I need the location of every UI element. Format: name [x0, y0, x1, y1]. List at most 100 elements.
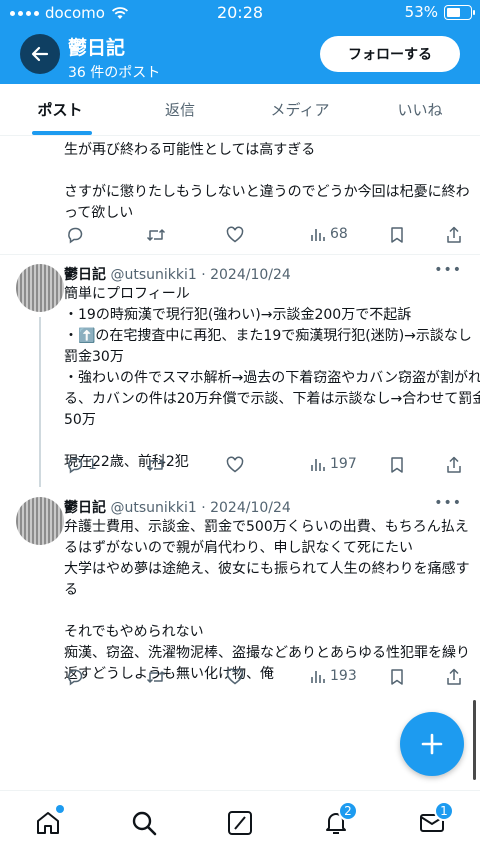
tab-posts[interactable]: ポスト [0, 84, 120, 135]
views-button[interactable]: 68 [310, 226, 348, 242]
views-icon [311, 459, 325, 471]
nav-search[interactable] [124, 807, 164, 839]
author-handle-date[interactable]: @utsunikki1 · 2024/10/24 [110, 500, 290, 516]
like-button[interactable] [226, 668, 244, 686]
post-actions: 1 197 [66, 456, 462, 476]
reply-icon [68, 227, 83, 244]
nav-messages[interactable]: 1 [412, 801, 454, 839]
more-options-icon[interactable]: ••• [434, 495, 462, 511]
arrow-left-icon [31, 46, 49, 62]
author-handle-date[interactable]: @utsunikki1 · 2024/10/24 [110, 267, 290, 283]
post-text: 簡単にプロフィール ・19の時痴漢で現行犯(強わい)→示談金200万で不起訴 ・… [64, 284, 480, 473]
heart-icon [226, 668, 244, 685]
bookmark-button[interactable] [390, 456, 404, 474]
post-count: 36 件のポスト [68, 65, 161, 81]
bottom-navigation: 2 1 [0, 790, 480, 854]
views-icon [311, 229, 325, 241]
post-header: 鬱日記 @utsunikki1 · 2024/10/24 [64, 264, 291, 284]
post-line: るはずがないので親が肩代わり、申し訳なくて死にたい [64, 540, 414, 556]
views-count: 193 [330, 668, 357, 684]
repost-icon [146, 671, 166, 683]
repost-icon [146, 459, 166, 471]
bookmark-icon [391, 669, 403, 685]
tab-replies[interactable]: 返信 [120, 84, 240, 135]
author-name[interactable]: 鬱日記 [64, 267, 106, 283]
repost-button[interactable] [146, 668, 166, 686]
compose-post-button[interactable] [400, 712, 464, 776]
share-button[interactable] [446, 226, 462, 244]
post-line: 罰金30万 [64, 349, 124, 365]
post-line: 弁護士費用、示談金、罰金で500万くらいの出費、もちろん払え [64, 519, 469, 535]
avatar[interactable] [16, 497, 64, 545]
post-line: 生が再び終わる可能性としては高すぎる [64, 142, 316, 158]
follow-button[interactable]: フォローする [320, 36, 460, 72]
share-icon [447, 668, 461, 685]
reply-button[interactable] [66, 668, 84, 686]
author-name[interactable]: 鬱日記 [64, 500, 106, 516]
profile-tabs: ポスト 返信 メディア いいね [0, 84, 480, 136]
back-button[interactable] [20, 34, 60, 74]
views-count: 68 [330, 226, 348, 242]
tab-likes[interactable]: いいね [360, 84, 480, 135]
post-line: って欲しい [64, 205, 134, 221]
profile-title: 鬱日記 36 件のポスト [68, 33, 160, 82]
heart-icon [226, 456, 244, 473]
views-button[interactable]: 193 [310, 668, 357, 684]
like-button[interactable] [226, 226, 244, 244]
share-icon [447, 456, 461, 473]
battery-area: 53% [404, 3, 475, 21]
repost-icon [146, 229, 166, 241]
bookmark-button[interactable] [390, 668, 404, 686]
post-line: さすがに懲りたしもうしないと違うのでどうか今回は杞憂に終わ [64, 184, 470, 200]
bookmark-icon [391, 227, 403, 243]
views-count: 197 [330, 456, 357, 472]
post-line: 痴漢、窃盗、洗濯物泥棒、盗撮などありとあらゆる性犯罪を繰り [64, 645, 470, 661]
battery-icon [444, 4, 475, 20]
share-button[interactable] [446, 668, 462, 686]
tab-media[interactable]: メディア [240, 84, 360, 135]
more-options-icon[interactable]: ••• [434, 262, 462, 278]
profile-name: 鬱日記 [68, 37, 126, 59]
post-text: 生が再び終わる可能性としては高すぎる さすがに懲りたしもうしないと違うのでどうか… [64, 140, 470, 224]
nav-grok[interactable] [220, 807, 260, 839]
home-new-dot [56, 805, 64, 813]
post-line: 50万 [64, 412, 96, 428]
post-line: る [64, 582, 78, 598]
battery-percent: 53% [404, 3, 438, 21]
post-text: 弁護士費用、示談金、罰金で500万くらいの出費、もちろん払え るはずがないので親… [64, 517, 470, 685]
status-bar: docomo 20:28 53% [0, 0, 480, 28]
home-icon [37, 812, 59, 834]
post-header: 鬱日記 @utsunikki1 · 2024/10/24 [64, 497, 291, 517]
reply-icon [68, 457, 83, 474]
timeline[interactable]: 生が再び終わる可能性としては高すぎる さすがに懲りたしもうしないと違うのでどうか… [0, 136, 480, 790]
thread-line [39, 317, 41, 487]
like-button[interactable] [226, 456, 244, 474]
repost-button[interactable] [146, 226, 166, 244]
post-line: ・19の時痴漢で現行犯(強わい)→示談金200万で不起訴 [64, 307, 412, 323]
post-actions: 68 [66, 226, 462, 246]
repost-button[interactable] [146, 456, 166, 474]
post-line: る、カバンの件は20万弁償で示談、下着は示談なし→合わせて罰金 [64, 391, 480, 407]
share-icon [447, 226, 461, 243]
nav-home[interactable] [28, 805, 68, 839]
post-line: 大学はやめ夢は途絶え、彼女にも振られて人生の終わりを痛感す [64, 561, 470, 577]
post-line: それでもやめられない [64, 624, 204, 640]
profile-header: docomo 20:28 53% 鬱日記 36 件のポスト フォローする [0, 0, 480, 84]
views-button[interactable]: 197 [310, 456, 357, 472]
search-icon [132, 811, 157, 836]
reply-icon [68, 669, 83, 686]
post-divider [0, 254, 480, 255]
bookmark-button[interactable] [390, 226, 404, 244]
scrollbar[interactable] [473, 700, 476, 780]
reply-button[interactable] [66, 226, 84, 244]
plus-icon [421, 733, 443, 755]
heart-icon [226, 226, 244, 243]
grok-icon [228, 811, 252, 835]
post-line: ・強わいの件でスマホ解析→過去の下着窃盗やカバン窃盗が割がれ [64, 370, 480, 386]
nav-notifications[interactable]: 2 [316, 801, 358, 839]
reply-count: 1 [88, 457, 97, 473]
post-line: 簡単にプロフィール [64, 286, 190, 302]
share-button[interactable] [446, 456, 462, 474]
reply-button[interactable]: 1 [66, 456, 97, 474]
avatar[interactable] [16, 264, 64, 312]
